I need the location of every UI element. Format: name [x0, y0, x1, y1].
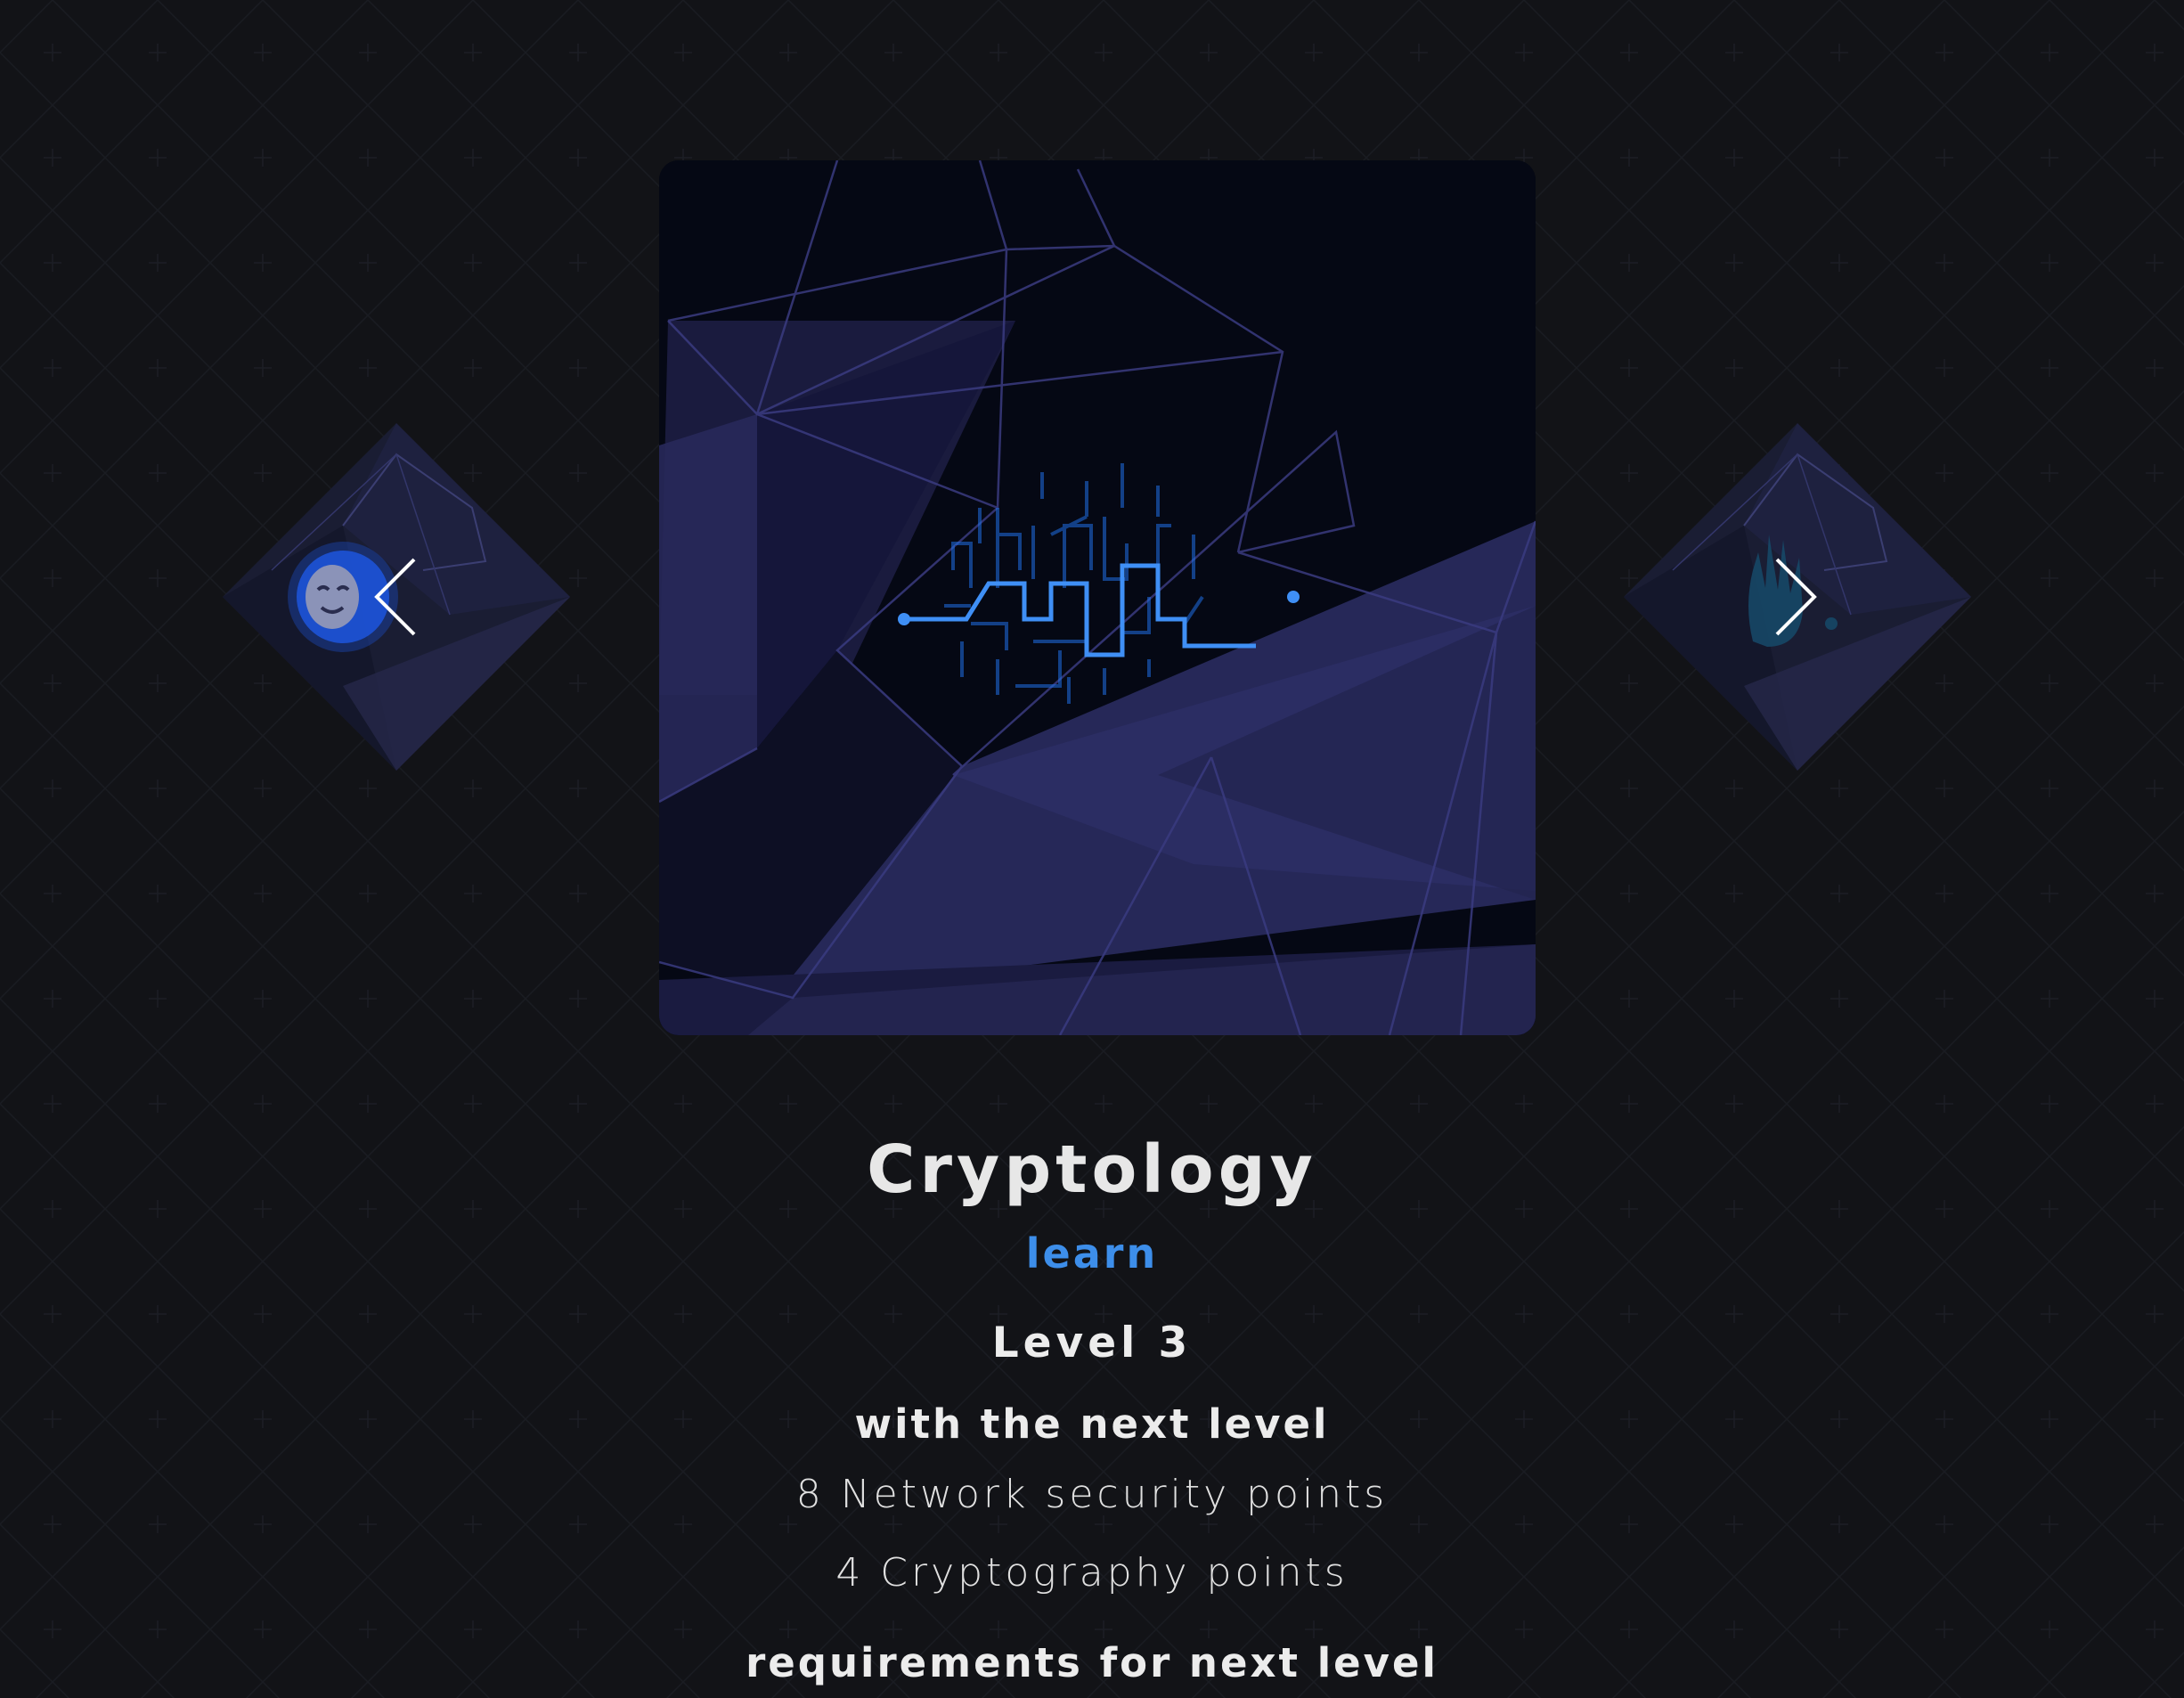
points-item-network-security: 8 Network security points: [795, 1472, 1389, 1517]
learn-link[interactable]: learn: [1003, 1229, 1181, 1278]
cryptology-circuit-illustration: [659, 160, 1536, 1035]
skill-carousel-page: Cryptology learn Level 3 with the next l…: [0, 0, 2184, 1698]
chevron-right-icon[interactable]: [1768, 552, 1821, 641]
points-item-cryptography: 4 Cryptography points: [835, 1550, 1349, 1596]
requirements-heading: requirements for next level: [746, 1639, 1438, 1686]
next-level-heading: with the next level: [854, 1400, 1330, 1448]
skill-title: Cryptology: [867, 1131, 1317, 1208]
chevron-left-icon[interactable]: [370, 552, 423, 641]
level-label: Level 3: [991, 1318, 1193, 1367]
main-skill-card: [659, 160, 1536, 1035]
